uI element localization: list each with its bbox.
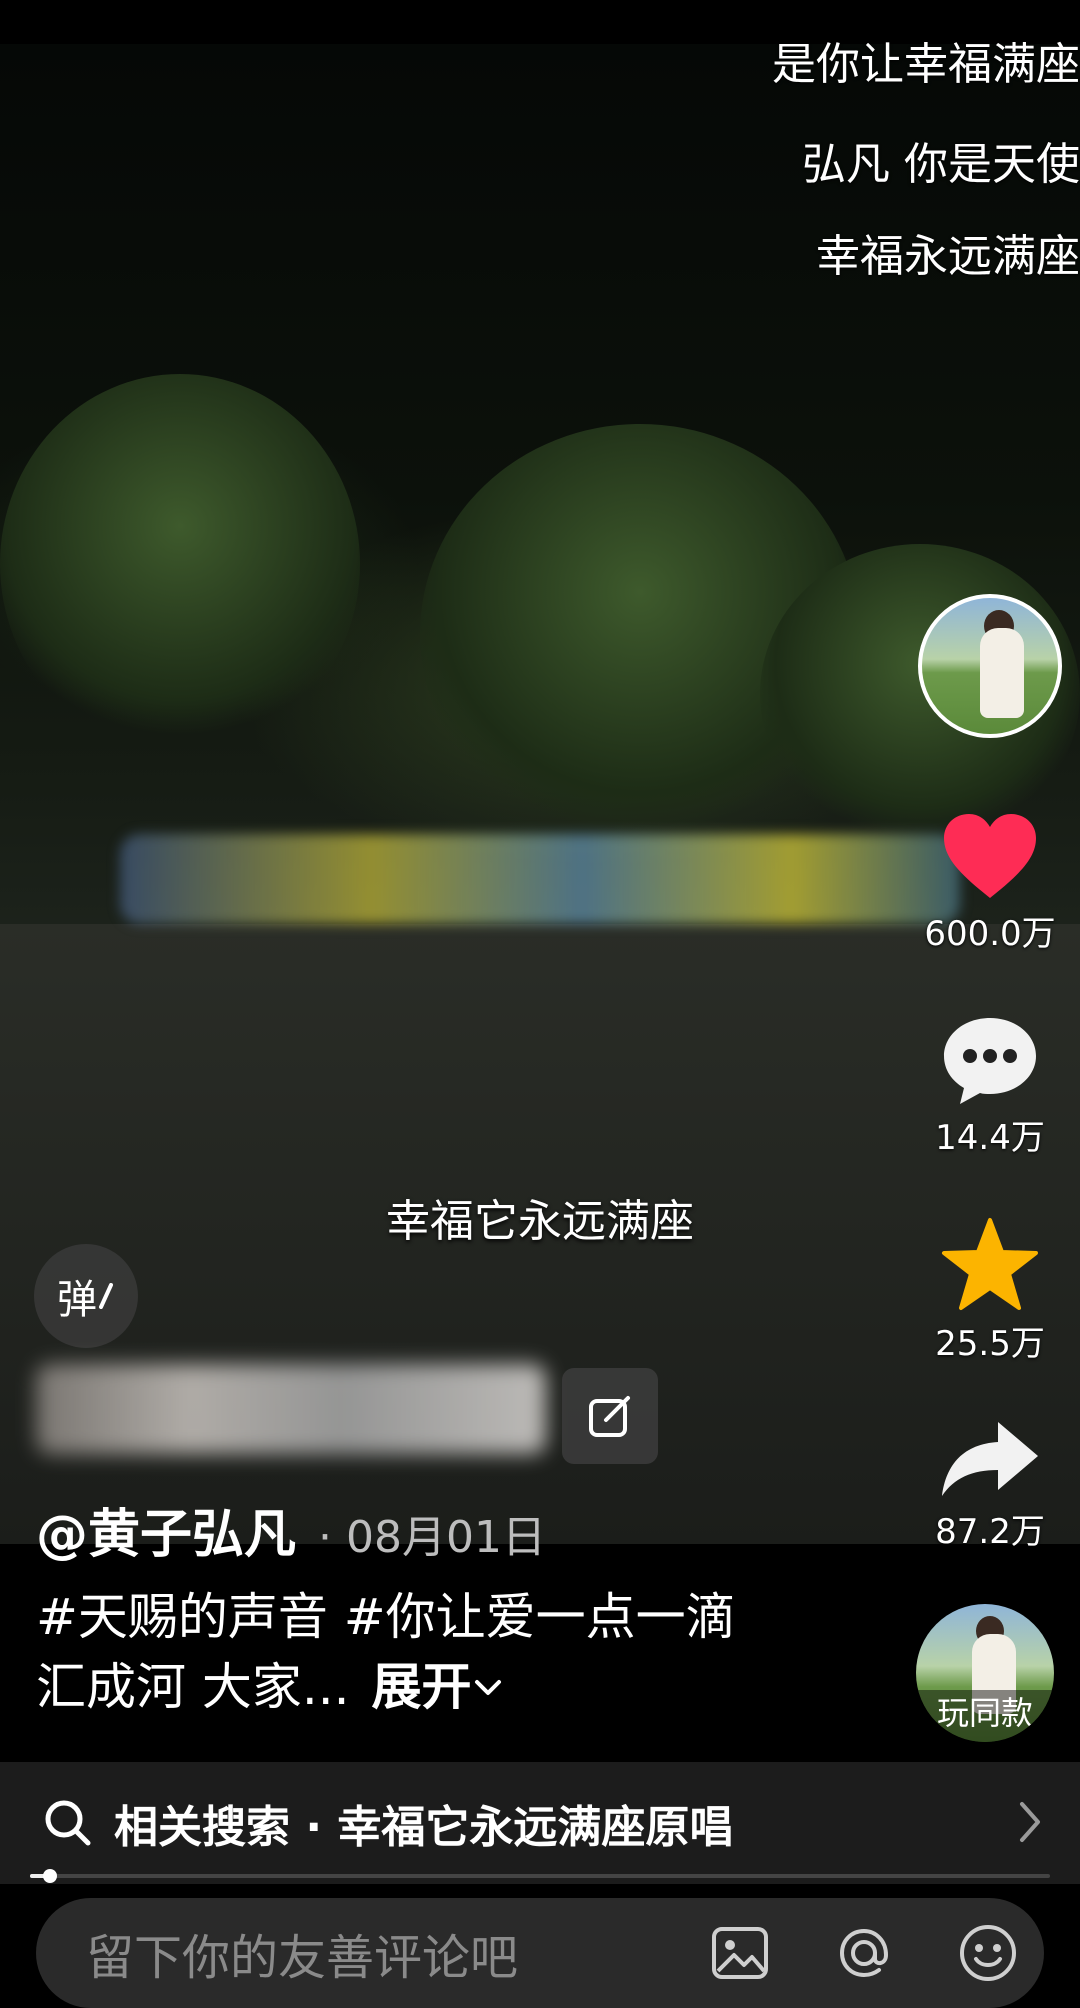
tree-shape (0, 374, 360, 754)
avatar-figure-body (980, 628, 1024, 718)
related-search-bar[interactable]: 相关搜索 · 幸福它永远满座原唱 (0, 1762, 1080, 1884)
expand-label: 展开 (371, 1658, 472, 1716)
comment-input[interactable]: 留下你的友善评论吧 (86, 1918, 708, 1988)
at-sign-icon (839, 1928, 889, 1978)
share-button[interactable]: 87.2万 (920, 1418, 1060, 1553)
danmaku-toggle-label: 弹 (57, 1277, 97, 1323)
post-caption-block: #天赐的声音 #你让爱一点一滴汇成河 大家... 展开 (36, 1582, 756, 1722)
emoji-button[interactable] (956, 1921, 1020, 1985)
like-count: 600.0万 (924, 914, 1056, 954)
same-style-label: 玩同款 (916, 1690, 1054, 1742)
emoji-icon (960, 1925, 1016, 1981)
author-name[interactable]: @黄子弘凡 (36, 1492, 296, 1567)
post-date: · 08月01日 (318, 1512, 546, 1563)
same-style-button[interactable]: 玩同款 (916, 1604, 1054, 1742)
heart-icon (944, 814, 1036, 898)
image-button[interactable] (708, 1921, 772, 1985)
favorite-button[interactable]: 25.5万 (920, 1216, 1060, 1365)
like-button[interactable]: 600.0万 (920, 812, 1060, 955)
comment-input-bar[interactable]: 留下你的友善评论吧 (36, 1898, 1044, 2008)
related-search-text: 相关搜索 · 幸福它永远满座原唱 (114, 1802, 734, 1853)
favorite-count: 25.5万 (935, 1324, 1045, 1364)
image-icon (712, 1927, 768, 1979)
chevron-down-icon (475, 1680, 502, 1695)
danmaku-text: 弘凡 你是天使 (802, 139, 1080, 190)
video-subtitle: 幸福它永远满座 (386, 1196, 694, 1247)
comment-count: 14.4万 (935, 1118, 1045, 1158)
video-progress-bar[interactable] (30, 1869, 1050, 1883)
author-avatar[interactable] (918, 594, 1062, 738)
comment-bubble-icon (944, 1018, 1036, 1104)
slash-icon (99, 1283, 113, 1309)
chevron-right-icon (1020, 1802, 1040, 1842)
danmaku-toggle-button[interactable]: 弹 (34, 1244, 138, 1348)
comment-button[interactable]: 14.4万 (920, 1014, 1060, 1159)
search-icon (45, 1800, 91, 1846)
share-arrow-icon (942, 1422, 1038, 1496)
edit-button[interactable] (562, 1368, 658, 1464)
share-count: 87.2万 (935, 1512, 1045, 1552)
post-meta: @黄子弘凡 · 08月01日 (36, 1492, 546, 1567)
expand-button[interactable]: 展开 (371, 1652, 505, 1722)
mention-button[interactable] (832, 1921, 896, 1985)
danmaku-text: 是你让幸福满座 (772, 39, 1080, 90)
star-icon (942, 1218, 1038, 1310)
danmaku-text: 幸福永远满座 (816, 231, 1080, 282)
edit-icon (589, 1396, 630, 1437)
fan-lights (120, 834, 960, 924)
blurred-content (36, 1364, 546, 1454)
